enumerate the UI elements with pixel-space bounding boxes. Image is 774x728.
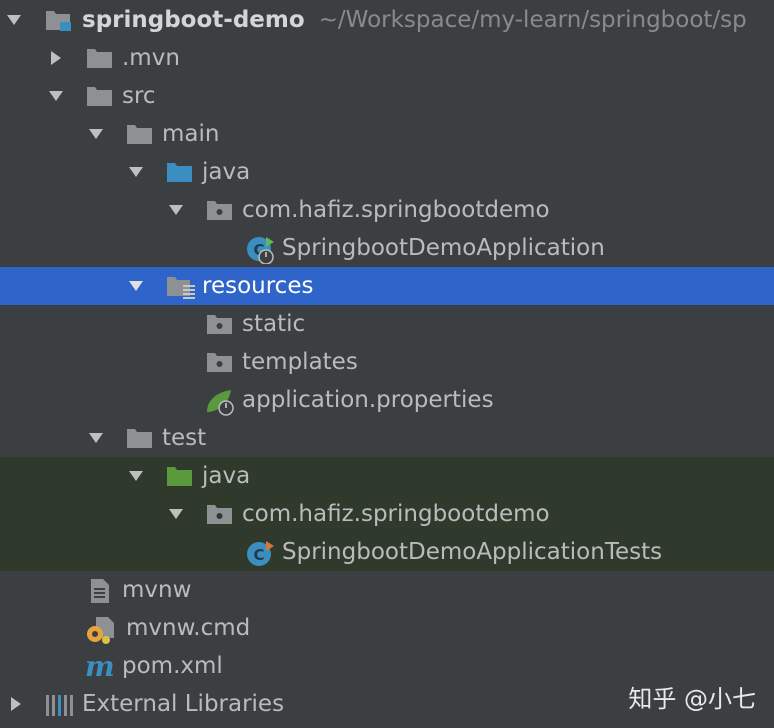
tree-row-root[interactable]: springboot-demo ~/Workspace/my-learn/spri… xyxy=(0,1,774,39)
tree-row-test-folder[interactable]: test xyxy=(0,419,774,457)
chevron-down-icon[interactable] xyxy=(165,503,187,525)
tree-row-mvn-folder[interactable]: .mvn xyxy=(0,39,774,77)
tree-item-label: static xyxy=(242,311,306,337)
folder-icon xyxy=(126,122,152,146)
project-root-label: springboot-demo ~/Workspace/my-learn/spri… xyxy=(82,1,747,39)
tree-item-label: com.hafiz.springbootdemo xyxy=(242,197,550,223)
tree-row-resources-folder[interactable]: resources xyxy=(0,267,774,305)
module-folder-icon xyxy=(45,8,71,32)
resources-folder-icon xyxy=(166,274,195,299)
source-folder-icon xyxy=(166,160,192,184)
chevron-down-icon[interactable] xyxy=(45,85,67,107)
tree-row-application-class[interactable]: C SpringbootDemoApplication xyxy=(0,229,774,267)
text-file-icon xyxy=(88,578,114,603)
package-icon xyxy=(206,502,232,526)
svg-text:C: C xyxy=(253,546,264,564)
maven-icon: m xyxy=(84,650,115,683)
folder-icon xyxy=(86,46,112,70)
tree-item-label: mvnw.cmd xyxy=(126,615,251,641)
tree-row-application-tests-class[interactable]: C SpringbootDemoApplicationTests xyxy=(0,533,774,571)
tree-row-main-package[interactable]: com.hafiz.springbootdemo xyxy=(0,191,774,229)
tree-item-label: com.hafiz.springbootdemo xyxy=(242,501,550,527)
project-name: springboot-demo xyxy=(82,7,305,33)
tree-row-main-java-folder[interactable]: java xyxy=(0,153,774,191)
tree-item-label: java xyxy=(202,463,251,489)
project-path: ~/Workspace/my-learn/springboot/sp xyxy=(318,7,747,33)
tree-row-mvnw-cmd-file[interactable]: mvnw.cmd xyxy=(0,609,774,647)
tree-row-main-folder[interactable]: main xyxy=(0,115,774,153)
tree-row-application-properties[interactable]: application.properties xyxy=(0,381,774,419)
svg-text:m: m xyxy=(85,654,115,680)
tree-item-label: SpringbootDemoApplication xyxy=(282,235,605,261)
tree-row-mvnw-file[interactable]: mvnw xyxy=(0,571,774,609)
tree-item-label: External Libraries xyxy=(82,691,285,717)
tree-row-test-package[interactable]: com.hafiz.springbootdemo xyxy=(0,495,774,533)
chevron-down-icon[interactable] xyxy=(125,275,147,297)
tree-item-label: SpringbootDemoApplicationTests xyxy=(282,539,663,565)
package-icon xyxy=(206,198,232,222)
tree-row-templates-folder[interactable]: templates xyxy=(0,343,774,381)
test-source-folder-icon xyxy=(166,464,192,488)
tree-item-label: .mvn xyxy=(122,45,180,71)
package-icon xyxy=(206,350,232,374)
folder-icon xyxy=(126,426,152,450)
chevron-down-icon[interactable] xyxy=(3,9,25,31)
tree-item-label: pom.xml xyxy=(122,653,223,679)
tree-item-label: application.properties xyxy=(242,387,494,413)
chevron-down-icon[interactable] xyxy=(85,123,107,145)
chevron-right-icon[interactable] xyxy=(45,47,67,69)
chevron-down-icon[interactable] xyxy=(165,199,187,221)
spring-boot-class-icon: C xyxy=(246,236,274,265)
libraries-icon xyxy=(45,692,73,716)
tree-item-label: test xyxy=(162,425,207,451)
tree-item-label: java xyxy=(202,159,251,185)
spring-properties-icon xyxy=(205,388,234,416)
tree-item-label: src xyxy=(122,83,156,109)
chevron-down-icon[interactable] xyxy=(125,161,147,183)
chevron-down-icon[interactable] xyxy=(85,427,107,449)
tree-item-label: resources xyxy=(202,273,314,299)
tree-row-src-folder[interactable]: src xyxy=(0,77,774,115)
folder-icon xyxy=(86,84,112,108)
watermark: 知乎 @小七 xyxy=(628,685,756,713)
tree-row-test-java-folder[interactable]: java xyxy=(0,457,774,495)
class-icon: C xyxy=(246,540,274,566)
package-icon xyxy=(206,312,232,336)
tree-item-label: templates xyxy=(242,349,358,375)
tree-row-static-folder[interactable]: static xyxy=(0,305,774,343)
chevron-right-icon[interactable] xyxy=(5,693,27,715)
project-tree: springboot-demo ~/Workspace/my-learn/spri… xyxy=(0,0,774,728)
chevron-down-icon[interactable] xyxy=(125,465,147,487)
script-file-icon xyxy=(84,616,114,644)
tree-item-label: main xyxy=(162,121,220,147)
tree-item-label: mvnw xyxy=(122,577,192,603)
